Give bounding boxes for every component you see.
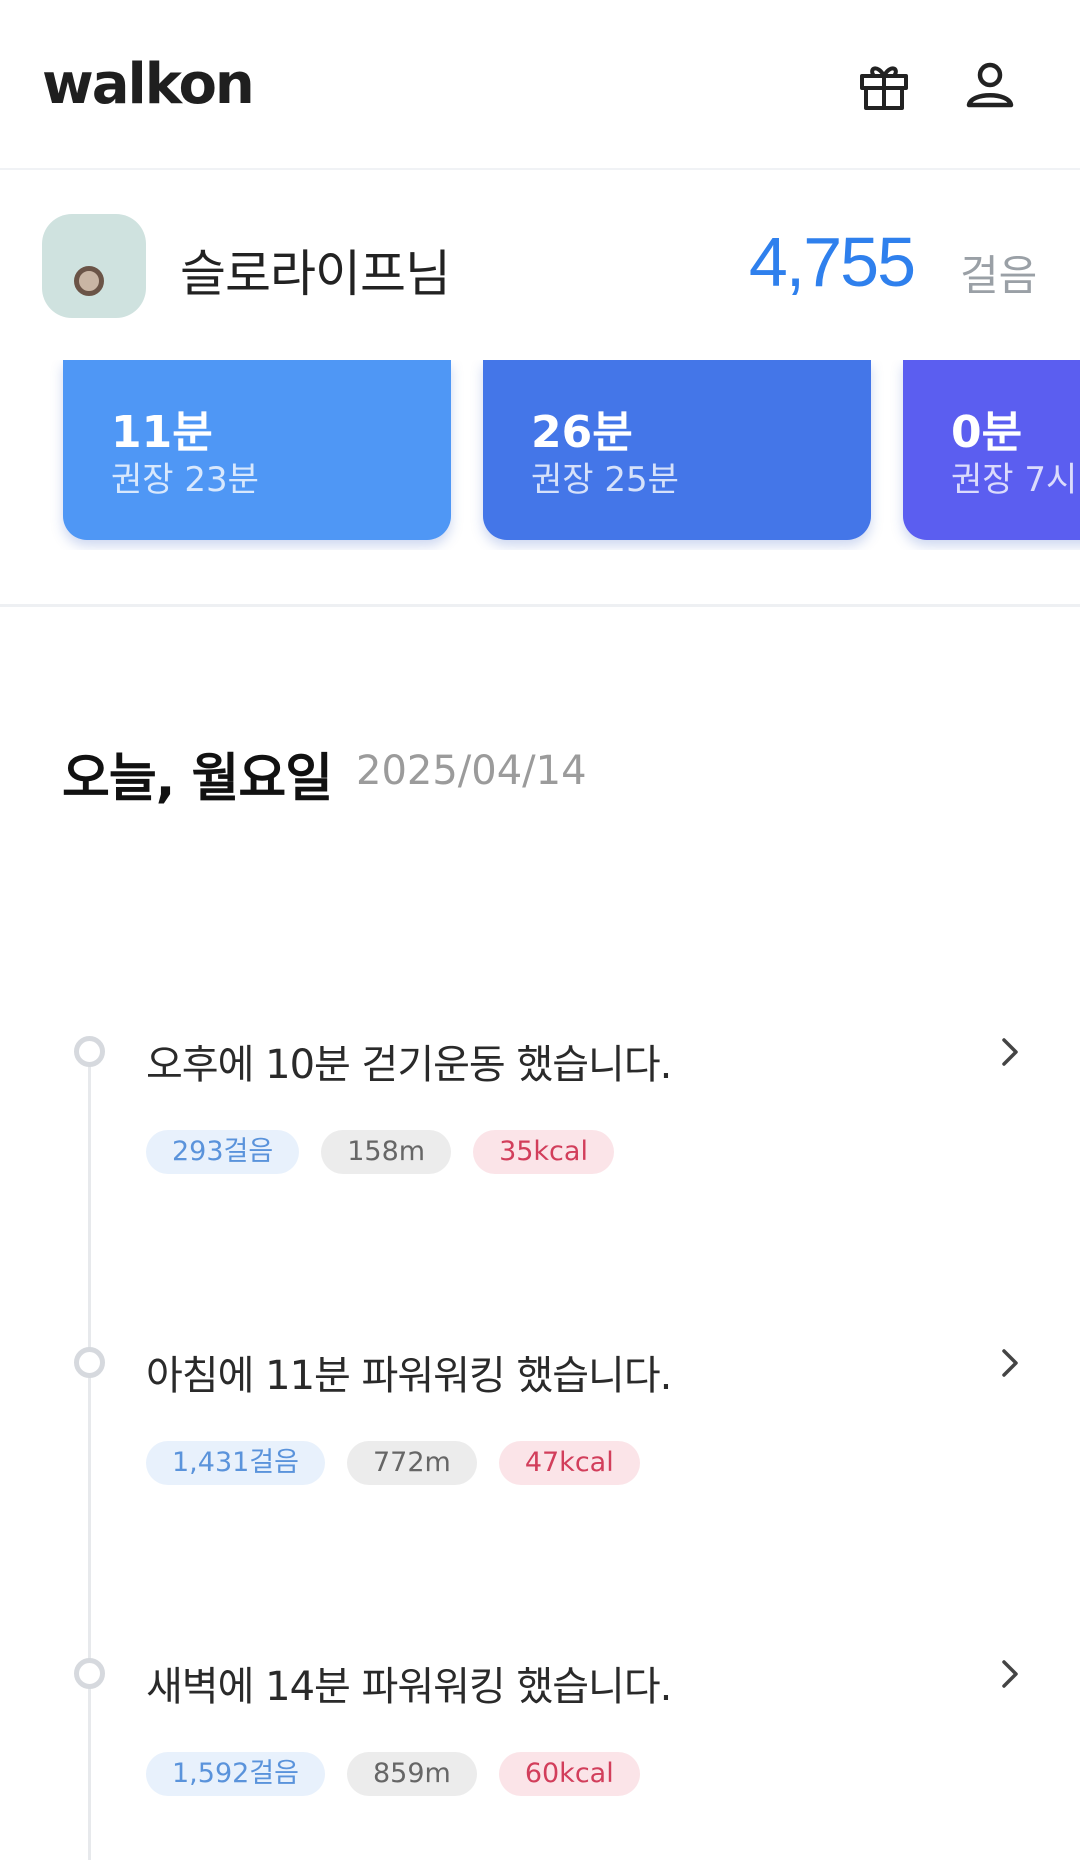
date-heading: 오늘, 월요일: [62, 749, 333, 809]
card-recommended: 권장 25분: [531, 460, 679, 500]
avatar-image-detail: [74, 266, 104, 296]
date-value: 2025/04/14: [356, 748, 587, 794]
card-recommended: 권장 7시: [951, 460, 1078, 500]
activity-item[interactable]: 새벽에 14분 파워워킹 했습니다. 1,592걸음 859m 60kcal: [0, 1652, 1080, 1852]
calories-chip: 47kcal: [498, 1441, 640, 1485]
summary-card[interactable]: 26분 권장 25분: [483, 360, 871, 540]
card-value: 0분: [951, 407, 1023, 458]
avatar[interactable]: [42, 214, 146, 318]
activity-stats: 293걸음 158m 35kcal: [146, 1130, 614, 1174]
timeline-dot: [74, 1036, 105, 1067]
timeline-dot: [74, 1347, 105, 1378]
activity-stats: 1,431걸음 772m 47kcal: [146, 1441, 640, 1485]
section-divider: [0, 604, 1080, 607]
card-value: 11분: [111, 407, 213, 458]
card-recommended: 권장 23분: [111, 460, 259, 500]
app-header: walkon: [0, 0, 1080, 170]
profile-bar: 슬로라이프님 4,755 걸음: [0, 172, 1080, 360]
chevron-right-icon[interactable]: [996, 1030, 1024, 1074]
steps-unit: 걸음: [960, 251, 1038, 300]
activity-item[interactable]: 아침에 11분 파워워킹 했습니다. 1,431걸음 772m 47kcal: [0, 1341, 1080, 1541]
nickname: 슬로라이프님: [180, 245, 451, 303]
today-steps: 4,755: [748, 223, 916, 301]
activity-title: 아침에 11분 파워워킹 했습니다.: [146, 1353, 672, 1399]
steps-chip: 1,431걸음: [146, 1441, 325, 1485]
timeline-dot: [74, 1658, 105, 1689]
chevron-right-icon[interactable]: [996, 1652, 1024, 1696]
summary-card[interactable]: 0분 권장 7시: [903, 360, 1080, 540]
user-icon[interactable]: [962, 58, 1018, 114]
distance-chip: 772m: [346, 1441, 477, 1485]
activity-title: 오후에 10분 걷기운동 했습니다.: [146, 1042, 672, 1088]
summary-card[interactable]: 11분 권장 23분: [63, 360, 451, 540]
steps-chip: 293걸음: [146, 1130, 300, 1174]
calories-chip: 35kcal: [473, 1130, 614, 1174]
activity-title: 새벽에 14분 파워워킹 했습니다.: [146, 1664, 672, 1710]
distance-chip: 158m: [321, 1130, 452, 1174]
summary-cards: 11분 권장 23분 26분 권장 25분 0분 권장 7시: [0, 360, 1080, 550]
activity-item[interactable]: 오후에 10분 걷기운동 했습니다. 293걸음 158m 35kcal: [0, 1030, 1080, 1230]
activity-stats: 1,592걸음 859m 60kcal: [146, 1752, 640, 1796]
steps-chip: 1,592걸음: [146, 1752, 325, 1796]
distance-chip: 859m: [346, 1752, 477, 1796]
app-logo: walkon: [42, 52, 255, 117]
chevron-right-icon[interactable]: [996, 1341, 1024, 1385]
calories-chip: 60kcal: [498, 1752, 640, 1796]
gift-icon[interactable]: [856, 58, 912, 114]
card-value: 26분: [531, 407, 633, 458]
